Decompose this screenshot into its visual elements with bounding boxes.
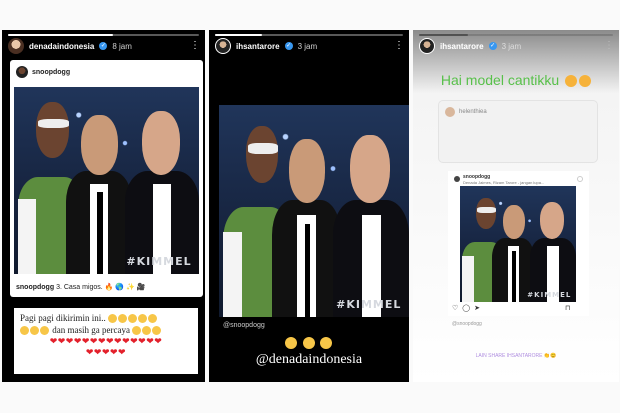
shared-post-username[interactable]: snoopdogg <box>32 69 70 76</box>
message-line-2: dan masih ga percaya <box>20 324 192 336</box>
shared-post-header: snoopdogg <box>16 66 70 78</box>
story-username[interactable]: ihsantarore <box>440 42 484 51</box>
avatar <box>445 107 455 117</box>
message-line-1: Pagi pagi dikirimin ini.. <box>20 312 192 324</box>
share-caption: LAIN SHARE IHSANTARORE 👏😊 <box>475 353 557 359</box>
post-photo: #KIMMEL <box>460 186 576 302</box>
avatar[interactable] <box>215 38 231 54</box>
hearts-row: ❤❤❤❤❤❤❤❤❤❤❤❤❤❤ <box>49 336 163 346</box>
story-progress-fill <box>215 34 262 36</box>
avatar[interactable] <box>8 38 24 54</box>
mention-sticker[interactable]: @denadaindonesia <box>209 352 409 368</box>
avatar <box>16 66 28 78</box>
story-progress-bar <box>215 34 403 36</box>
emoji-faces <box>209 334 409 352</box>
story-progress-fill <box>419 34 468 36</box>
kimmel-watermark: #KIMMEL <box>527 290 572 299</box>
post-photo: #KIMMEL <box>219 105 409 317</box>
post-actions: ♡ ◯ ➤ <box>452 304 480 312</box>
story-time: 3 jam <box>297 41 318 51</box>
photo-credit[interactable]: @snoopdogg <box>223 322 265 329</box>
story-time: 3 jam <box>501 41 522 51</box>
verified-icon: ✓ <box>488 42 497 50</box>
post-photo: #KIMMEL <box>14 87 199 274</box>
caption-text: 3. Casa migos. 🔥 🌎 ✨ 🎥 <box>56 284 146 291</box>
share-icon[interactable]: ➤ <box>474 304 480 312</box>
more-options-icon[interactable] <box>577 176 583 182</box>
story-progress-fill <box>8 34 114 36</box>
reposted-post-header: snoopdogg Denada Jaimes, Rizam Tarore - … <box>454 174 583 185</box>
more-options-icon[interactable]: ⋮ <box>190 41 200 51</box>
save-icon[interactable]: ⊓ <box>565 304 570 312</box>
story-time: 8 jam <box>112 41 132 51</box>
verified-icon: ✓ <box>284 42 293 50</box>
story-username[interactable]: denadaindonesia <box>29 42 94 51</box>
greeting-text: Hai model cantikku <box>413 72 619 88</box>
story-header: ihsantarore ✓ 3 jam ⋮ <box>419 38 614 54</box>
caption-username[interactable]: snoopdogg <box>16 284 54 291</box>
shared-story-username[interactable]: helenthiea <box>459 109 487 115</box>
story-header: denadaindonesia ✓ 8 jam ⋮ <box>8 38 200 54</box>
more-options-icon[interactable]: ⋮ <box>394 41 404 51</box>
story-panel-ihsantarore[interactable]: ihsantarore ✓ 3 jam ⋮ #KIMMEL @snoopdogg… <box>209 30 409 382</box>
story-header: ihsantarore ✓ 3 jam ⋮ <box>215 38 404 54</box>
avatar[interactable] <box>419 38 435 54</box>
story-progress-bar <box>8 34 199 36</box>
shared-post-caption: snoopdogg 3. Casa migos. 🔥 🌎 ✨ 🎥 <box>16 283 197 291</box>
shared-story-card[interactable]: helenthiea <box>438 100 598 163</box>
more-options-icon[interactable]: ⋮ <box>604 41 614 51</box>
kimmel-watermark: #KIMMEL <box>126 255 192 269</box>
comment-icon[interactable]: ◯ <box>462 304 470 312</box>
post-likes: @snoopdogg <box>452 321 482 327</box>
verified-icon: ✓ <box>99 42 108 50</box>
kimmel-watermark: #KIMMEL <box>336 297 402 311</box>
hearts-row-2: ❤❤❤❤❤ <box>85 347 127 357</box>
story-progress-bar <box>419 34 613 36</box>
story-text-box: Pagi pagi dikirimin ini.. dan masih ga p… <box>14 308 198 374</box>
story-username[interactable]: ihsantarore <box>236 42 280 51</box>
like-icon[interactable]: ♡ <box>452 304 458 312</box>
avatar <box>454 176 460 182</box>
post-caption: Denada Jaimes, Rizam Tarore - jangan lup… <box>463 179 545 185</box>
